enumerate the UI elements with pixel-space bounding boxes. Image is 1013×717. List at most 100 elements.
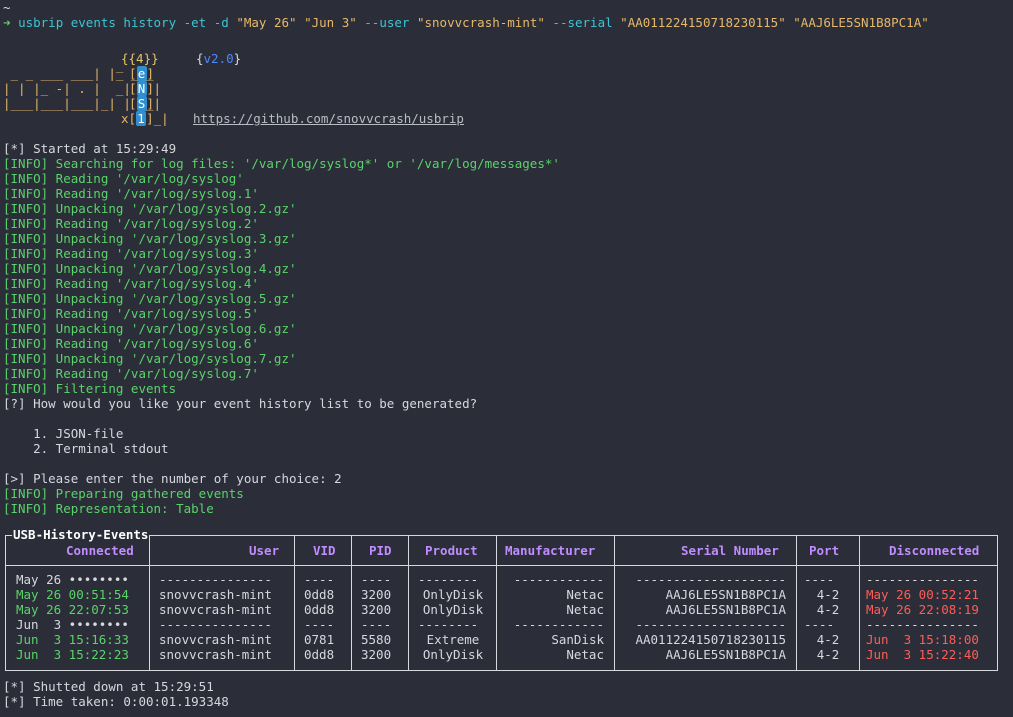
table-cell-connected: Jun 3 •••••••• (16, 617, 142, 632)
log-line: [INFO] Reading '/var/log/syslog.4' (3, 276, 259, 291)
table-cell-vid: ---- (304, 572, 344, 587)
table-cell-disconnected: Jun 3 15:18:00 (866, 632, 992, 647)
table-cell-pid: ---- (361, 617, 401, 632)
col-divider (496, 536, 497, 670)
table-cell-product: OnlyDisk (418, 647, 488, 662)
log-line: [INFO] Unpacking '/var/log/syslog.2.gz' (3, 201, 297, 216)
command-line: ➜ usbrip events history -et -d "May 26" … (3, 15, 929, 30)
table-cell-serial: AA011224150718230115 (622, 632, 786, 647)
table-cell-connected: Jun 3 15:16:33 (16, 632, 142, 647)
table-cell-serial: AAJ6LE5SN1B8PC1A (622, 587, 786, 602)
table-title: USB-History-Events (12, 527, 149, 542)
table-cell-product: OnlyDisk (418, 587, 488, 602)
log-line: 1. JSON-file (3, 426, 123, 441)
table-cell-manufacturer: Netac (504, 602, 604, 617)
table-cell-pid: 5580 (361, 632, 401, 647)
command-serial-flag: --serial (545, 15, 620, 30)
col-divider (351, 536, 352, 670)
log-line: [INFO] Unpacking '/var/log/syslog.7.gz' (3, 351, 297, 366)
table-cell-vid: 0dd8 (304, 647, 344, 662)
command-serial-2: "AAJ6LE5SN1B8PC1A" (793, 15, 928, 30)
banner-letter-1: x[1]_| (121, 111, 169, 126)
table-cell-manufacturer: ------------ (504, 572, 604, 587)
log-line: [INFO] Unpacking '/var/log/syslog.6.gz' (3, 321, 297, 336)
command-serial-1: "AA011224150718230115" (620, 15, 786, 30)
log-line: [INFO] Searching for log files: '/var/lo… (3, 156, 560, 171)
table-cell-pid: 3200 (361, 602, 401, 617)
table-cell-product: Extreme (418, 632, 488, 647)
table-cell-serial: -------------------- (622, 572, 786, 587)
col-divider (859, 536, 860, 670)
table-cell-user: snovvcrash-mint (159, 602, 285, 617)
table-cell-port: 4-2 (804, 647, 852, 662)
table-cell-vid: 0781 (304, 632, 344, 647)
log-line: [INFO] Reading '/var/log/syslog.2' (3, 216, 259, 231)
table-cell-disconnected: --------------- (866, 572, 992, 587)
table-cell-manufacturer: SanDisk (504, 632, 604, 647)
log-line: [INFO] Representation: Table (3, 501, 214, 516)
table-cell-serial: AAJ6LE5SN1B8PC1A (622, 602, 786, 617)
log-line: [>] Please enter the number of your choi… (3, 471, 342, 486)
table-cell-user: --------------- (159, 572, 285, 587)
header-disconnected: Disconnected (889, 543, 979, 558)
terminal-window[interactable]: ~ ➜ usbrip events history -et -d "May 26… (0, 0, 1013, 717)
table-cell-serial: -------------------- (622, 617, 786, 632)
col-divider (614, 536, 615, 670)
log-line: [?] How would you like your event histor… (3, 396, 477, 411)
command-text: usbrip events history -et -d (18, 15, 236, 30)
header-vid: VID (313, 543, 336, 558)
table-cell-connected: May 26 •••••••• (16, 572, 142, 587)
header-port: Port (809, 543, 839, 558)
log-line: [INFO] Reading '/var/log/syslog' (3, 171, 244, 186)
header-serial-number: Serial Number (681, 543, 779, 558)
table-cell-connected: Jun 3 15:22:23 (16, 647, 142, 662)
table-cell-port: ---- (804, 572, 852, 587)
log-line: [INFO] Unpacking '/var/log/syslog.3.gz' (3, 231, 297, 246)
log-line: 2. Terminal stdout (3, 441, 169, 456)
header-pid: PID (369, 543, 392, 558)
log-line: [INFO] Reading '/var/log/syslog.7' (3, 366, 259, 381)
table-cell-vid: ---- (304, 617, 344, 632)
table-cell-user: snovvcrash-mint (159, 632, 285, 647)
table-cell-vid: 0dd8 (304, 587, 344, 602)
table-cell-port: ---- (804, 617, 852, 632)
log-line: [INFO] Unpacking '/var/log/syslog.4.gz' (3, 261, 297, 276)
log-line: [INFO] Reading '/var/log/syslog.3' (3, 246, 259, 261)
table-cell-port: 4-2 (804, 632, 852, 647)
log-line: [INFO] Reading '/var/log/syslog.1' (3, 186, 259, 201)
prompt-arrow: ➜ (3, 15, 11, 30)
log-line: [INFO] Reading '/var/log/syslog.6' (3, 336, 259, 351)
table-cell-product: OnlyDisk (418, 602, 488, 617)
command-user-flag: --user (357, 15, 417, 30)
table-cell-pid: 3200 (361, 587, 401, 602)
command-user-value: "snovvcrash-mint" (417, 15, 545, 30)
log-line: [*] Started at 15:29:49 (3, 141, 176, 156)
table-cell-user: --------------- (159, 617, 285, 632)
banner-letter-e: [e] (129, 66, 154, 81)
log-line: [INFO] Filtering events (3, 381, 176, 396)
table-cell-disconnected: May 26 22:08:19 (866, 602, 992, 617)
footer-line: [*] Shutted down at 15:29:51 (3, 679, 214, 694)
table-cell-disconnected: Jun 3 15:22:40 (866, 647, 992, 662)
log-line: [INFO] Reading '/var/log/syslog.5' (3, 306, 259, 321)
table-cell-manufacturer: Netac (504, 647, 604, 662)
table-cell-port: 4-2 (804, 602, 852, 617)
header-connected: Connected (66, 543, 134, 558)
table-cell-product: -------- (418, 572, 488, 587)
log-line: [INFO] Unpacking '/var/log/syslog.5.gz' (3, 291, 297, 306)
table-cell-product: -------- (418, 617, 488, 632)
command-date-start: "May 26" (236, 15, 296, 30)
footer-line: [*] Time taken: 0:00:01.193348 (3, 694, 229, 709)
banner-version: {v2.0} (196, 51, 241, 66)
github-link[interactable]: https://github.com/snovvcrash/usbrip (193, 111, 464, 126)
header-user: User (249, 543, 279, 558)
table-cell-manufacturer: Netac (504, 587, 604, 602)
header-product: Product (425, 543, 478, 558)
banner-letter-s: [S] (129, 96, 154, 111)
table-cell-manufacturer: ------------ (504, 617, 604, 632)
banner-letter-n: [N] (129, 81, 154, 96)
col-divider (294, 536, 295, 670)
prompt-home: ~ (3, 0, 11, 15)
col-divider (408, 536, 409, 670)
table-cell-user: snovvcrash-mint (159, 647, 285, 662)
